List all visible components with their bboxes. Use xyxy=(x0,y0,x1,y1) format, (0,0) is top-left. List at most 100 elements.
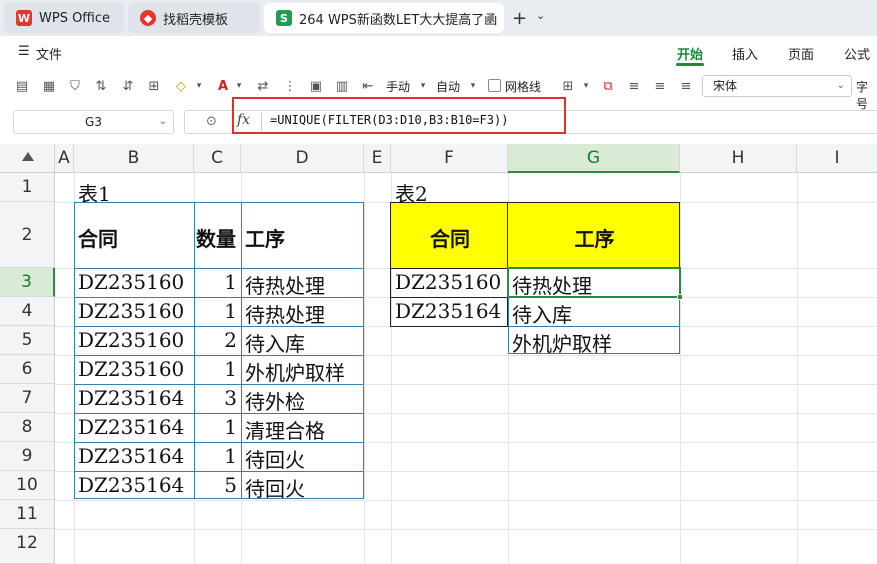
conditional-icon[interactable]: ▥ xyxy=(333,77,351,95)
align-left-icon[interactable]: ≡ xyxy=(625,77,643,95)
table-cell[interactable]: DZ235164 xyxy=(75,386,193,413)
row-header-8[interactable]: 8 xyxy=(0,413,55,442)
row-header-2[interactable]: 2 xyxy=(0,202,55,268)
chevron-down-icon[interactable]: ▾ xyxy=(190,77,208,95)
align-right-icon[interactable]: ≡ xyxy=(677,77,695,95)
row-header-6[interactable]: 6 xyxy=(0,355,55,384)
align-center-icon[interactable]: ≡ xyxy=(651,77,669,95)
chevron-down-icon: ⌄ xyxy=(836,80,845,91)
table-cell[interactable]: 3 xyxy=(195,386,241,413)
clear-format-icon[interactable]: ⧉ xyxy=(599,77,617,95)
table-cell[interactable]: 待热处理 xyxy=(242,299,363,326)
unsaved-dot-icon[interactable] xyxy=(487,15,494,22)
gridlines-label: 网格线 xyxy=(505,80,542,94)
tab-docer-templates[interactable]: ◆ 找稻壳模板 xyxy=(128,3,260,33)
table-cell[interactable]: DZ235160 xyxy=(75,357,193,384)
table-cell[interactable]: 1 xyxy=(195,270,241,297)
chevron-down-icon: ⌄ xyxy=(158,116,167,127)
table-cell[interactable]: DZ235160 xyxy=(75,270,193,297)
table-cell[interactable]: 外机炉取样 xyxy=(242,357,363,384)
table-cell[interactable]: 1 xyxy=(195,444,241,471)
table-cell[interactable]: DZ235164 xyxy=(75,415,193,442)
zoom-icon[interactable]: ⊙ xyxy=(206,114,217,129)
font-size-label[interactable]: 字号 xyxy=(856,78,877,112)
table-cell[interactable]: DZ235160 xyxy=(75,328,193,355)
sort-asc-icon[interactable]: ⇅ xyxy=(92,77,110,95)
row-header-7[interactable]: 7 xyxy=(0,384,55,413)
table-cell[interactable]: DZ235164 xyxy=(75,444,193,471)
table-cell[interactable]: 5 xyxy=(195,473,241,498)
active-cell-g3[interactable] xyxy=(507,267,681,298)
tab-spreadsheet[interactable]: S 264 WPS新函数LET大大提高了函 xyxy=(264,3,504,33)
table-cell[interactable]: 待热处理 xyxy=(242,270,363,297)
table-cell[interactable]: 清理合格 xyxy=(242,415,363,442)
menu-page[interactable]: 页面 xyxy=(788,44,814,63)
file-menu[interactable]: 文件 xyxy=(36,44,62,63)
hamburger-icon[interactable]: ☰ xyxy=(18,44,30,59)
table-cell[interactable]: DZ235160 xyxy=(392,270,508,297)
table-cell[interactable]: DZ235164 xyxy=(75,473,193,498)
gridlines-checkbox[interactable] xyxy=(488,79,501,92)
column-header-f[interactable]: F xyxy=(391,144,508,173)
row-header-9[interactable]: 9 xyxy=(0,442,55,471)
fill-handle[interactable] xyxy=(677,294,683,300)
manual-calc-label[interactable]: 手动 xyxy=(386,78,410,95)
table-cell[interactable]: 待入库 xyxy=(509,299,679,326)
column-header-h[interactable]: H xyxy=(680,144,797,173)
filter-icon[interactable]: ⛉ xyxy=(66,77,84,95)
new-tab-plus-icon[interactable]: + xyxy=(512,8,527,29)
table-style-icon[interactable]: ⊞ xyxy=(559,77,577,95)
table-cell[interactable]: 2 xyxy=(195,328,241,355)
table-cell[interactable]: DZ235160 xyxy=(75,299,193,326)
borders-icon[interactable]: ⊞ xyxy=(145,77,163,95)
format-cells-icon[interactable]: ▣ xyxy=(307,77,325,95)
tab-label: 264 WPS新函数LET大大提高了函 xyxy=(299,12,498,28)
column-header-e[interactable]: E xyxy=(364,144,391,173)
freeze-icon[interactable]: ⋮ xyxy=(281,77,299,95)
table-cell[interactable]: 外机炉取样 xyxy=(509,328,679,355)
chevron-down-icon[interactable]: ▾ xyxy=(577,77,595,95)
font-select[interactable]: 宋体 ⌄ xyxy=(702,75,852,97)
fit-icon[interactable]: ⇤ xyxy=(359,77,377,95)
table-cell[interactable]: 1 xyxy=(195,299,241,326)
chevron-down-icon[interactable]: ⌄ xyxy=(536,9,545,22)
tab-wps-office[interactable]: W WPS Office xyxy=(4,3,124,33)
wps-logo-icon: W xyxy=(16,10,32,26)
paste-values-icon[interactable]: ▤ xyxy=(13,77,31,95)
row-header-10[interactable]: 10 xyxy=(0,471,55,500)
row-header-3[interactable]: 3 xyxy=(0,268,55,297)
docer-icon: ◆ xyxy=(140,10,156,26)
convert-icon[interactable]: ⇄ xyxy=(254,77,272,95)
table-cell[interactable]: 1 xyxy=(195,415,241,442)
column-header-a[interactable]: A xyxy=(55,144,74,173)
column-header-b[interactable]: B xyxy=(74,144,194,173)
table-cell[interactable]: 待回火 xyxy=(242,473,363,498)
row-header-1[interactable]: 1 xyxy=(0,173,55,202)
fill-color-icon[interactable]: ◇ xyxy=(172,77,190,95)
paste-format-icon[interactable]: ▦ xyxy=(40,77,58,95)
name-box[interactable]: G3 ⌄ xyxy=(13,110,174,134)
chevron-down-icon[interactable]: ▾ xyxy=(464,77,482,95)
menu-home[interactable]: 开始 xyxy=(677,44,703,63)
table-cell[interactable]: 待外检 xyxy=(242,386,363,413)
header-process: 工序 xyxy=(245,227,285,251)
row-header-12[interactable]: 12 xyxy=(0,529,55,564)
row-header-4[interactable]: 4 xyxy=(0,297,55,326)
menu-formula[interactable]: 公式 xyxy=(844,44,870,63)
column-header-i[interactable]: I xyxy=(797,144,877,173)
row-header-11[interactable]: 11 xyxy=(0,500,55,529)
table-cell[interactable]: 待入库 xyxy=(242,328,363,355)
table-cell[interactable]: DZ235164 xyxy=(392,299,508,326)
column-header-g[interactable]: G xyxy=(508,144,680,173)
chevron-down-icon[interactable]: ▾ xyxy=(230,77,248,95)
auto-calc-label[interactable]: 自动 xyxy=(436,78,460,95)
formula-highlight-box xyxy=(232,97,566,134)
menu-insert[interactable]: 插入 xyxy=(732,44,758,63)
table-cell[interactable]: 1 xyxy=(195,357,241,384)
table-cell[interactable]: 待回火 xyxy=(242,444,363,471)
sort-desc-icon[interactable]: ⇵ xyxy=(119,77,137,95)
column-header-d[interactable]: D xyxy=(241,144,364,173)
row-header-5[interactable]: 5 xyxy=(0,326,55,355)
chevron-down-icon[interactable]: ▾ xyxy=(414,77,432,95)
column-header-c[interactable]: C xyxy=(194,144,241,173)
